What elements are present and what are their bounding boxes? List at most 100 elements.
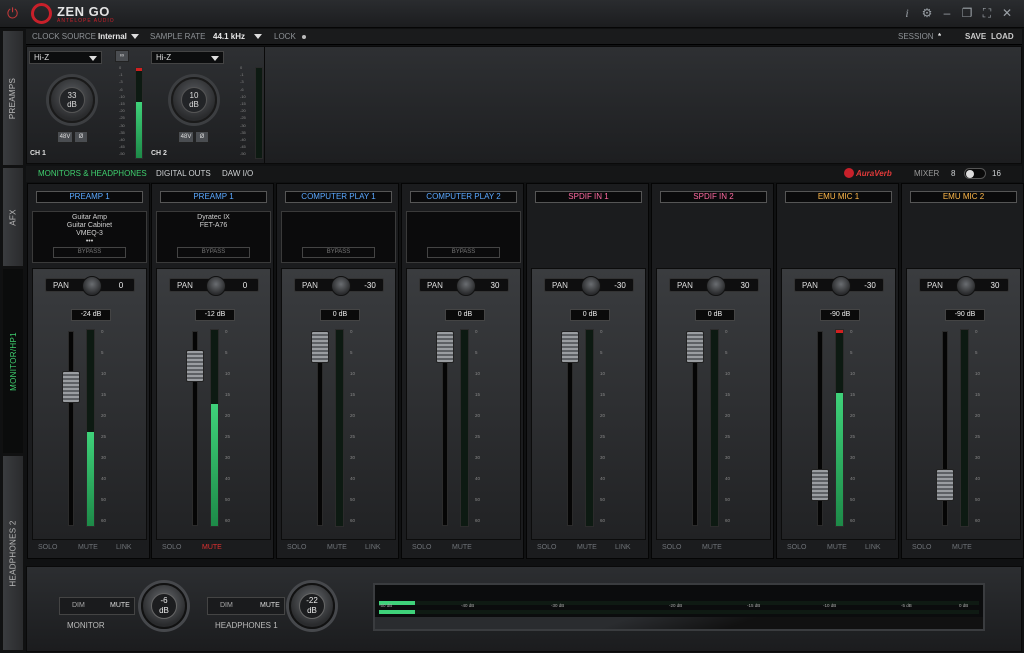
mute-button[interactable]: MUTE: [327, 544, 347, 551]
ch2-input-select[interactable]: Hi-Z: [151, 51, 224, 64]
channel-name[interactable]: COMPUTER PLAY 1: [285, 191, 392, 203]
tab-preamps[interactable]: PREAMPS: [2, 30, 24, 166]
mute-button[interactable]: MUTE: [952, 544, 972, 551]
mute-button[interactable]: MUTE: [577, 544, 597, 551]
fx-rack[interactable]: Guitar Amp Guitar Cabinet VMEQ-3 ••• BYPASS: [32, 211, 147, 263]
link-button[interactable]: LINK: [865, 544, 881, 551]
chevron-down-icon[interactable]: [254, 34, 262, 39]
pan-value[interactable]: 0: [110, 281, 132, 290]
monitor-dim-button[interactable]: DIM: [72, 602, 85, 609]
channel-name[interactable]: PREAMP 1: [36, 191, 143, 203]
mixer-toggle[interactable]: [964, 168, 986, 179]
pan-knob[interactable]: [831, 276, 851, 296]
fader-handle[interactable]: [186, 350, 204, 383]
save-button[interactable]: SAVE: [965, 32, 986, 41]
chevron-down-icon[interactable]: [131, 34, 139, 39]
tab-daw-io[interactable]: DAW I/O: [222, 169, 253, 178]
auraverb-button[interactable]: AuraVerb: [856, 169, 892, 178]
monitor-volume-knob[interactable]: -6 dB: [141, 583, 187, 629]
headphones-mute-button[interactable]: MUTE: [260, 602, 280, 609]
clock-source-select[interactable]: Internal: [98, 32, 127, 41]
fader-level-readout[interactable]: 0 dB: [695, 309, 735, 321]
link-button[interactable]: LINK: [116, 544, 132, 551]
ch2-48v-button[interactable]: 48V: [178, 131, 194, 143]
fader-level-readout[interactable]: 0 dB: [570, 309, 610, 321]
pan-value[interactable]: 30: [734, 281, 756, 290]
close-icon[interactable]: ✕: [1000, 6, 1014, 20]
fx-slot-label[interactable]: VMEQ-3: [33, 230, 146, 237]
fader-handle[interactable]: [811, 468, 829, 501]
mixer-8-option[interactable]: 8: [951, 169, 955, 178]
solo-button[interactable]: SOLO: [662, 544, 681, 551]
fader-handle[interactable]: [436, 331, 454, 363]
gear-icon[interactable]: ⚙: [920, 6, 934, 20]
tab-digital-outs[interactable]: DIGITAL OUTS: [156, 169, 211, 178]
fader-handle[interactable]: [311, 331, 329, 363]
pan-value[interactable]: 30: [484, 281, 506, 290]
link-button[interactable]: LINK: [615, 544, 631, 551]
fader-handle[interactable]: [936, 468, 954, 501]
pan-value[interactable]: 30: [984, 281, 1006, 290]
fx-slot-label[interactable]: FET-A76: [157, 222, 270, 229]
fader-level-readout[interactable]: 0 dB: [445, 309, 485, 321]
pan-value[interactable]: -30: [859, 281, 881, 290]
ch1-gain-knob[interactable]: 33 dB: [49, 77, 95, 123]
bypass-button[interactable]: BYPASS: [177, 247, 250, 258]
channel-name[interactable]: SPDIF IN 2: [660, 191, 767, 203]
info-icon[interactable]: i: [900, 6, 914, 20]
pan-knob[interactable]: [581, 276, 601, 296]
pan-value[interactable]: 0: [234, 281, 256, 290]
fader-handle[interactable]: [686, 331, 704, 363]
fader-level-readout[interactable]: 0 dB: [320, 309, 360, 321]
channel-name[interactable]: PREAMP 1: [160, 191, 267, 203]
ch2-phase-button[interactable]: Ø: [195, 131, 209, 143]
channel-name[interactable]: SPDIF IN 1: [535, 191, 642, 203]
pan-knob[interactable]: [331, 276, 351, 296]
restore-icon[interactable]: ❐: [960, 6, 974, 20]
solo-button[interactable]: SOLO: [412, 544, 431, 551]
tab-monitors-headphones[interactable]: MONITORS & HEADPHONES: [38, 169, 147, 178]
link-icon[interactable]: ∞: [115, 50, 129, 62]
ch1-input-select[interactable]: Hi-Z: [29, 51, 102, 64]
headphones-dim-button[interactable]: DIM: [220, 602, 233, 609]
ch1-48v-button[interactable]: 48V: [57, 131, 73, 143]
mute-button[interactable]: MUTE: [202, 544, 222, 551]
fx-rack[interactable]: BYPASS: [406, 211, 521, 263]
pan-knob[interactable]: [706, 276, 726, 296]
fader-level-readout[interactable]: -12 dB: [195, 309, 235, 321]
mute-button[interactable]: MUTE: [702, 544, 722, 551]
solo-button[interactable]: SOLO: [787, 544, 806, 551]
fx-slot-label[interactable]: Guitar Cabinet: [33, 222, 146, 229]
link-button[interactable]: LINK: [365, 544, 381, 551]
pan-value[interactable]: -30: [609, 281, 631, 290]
ch1-phase-button[interactable]: Ø: [74, 131, 88, 143]
bypass-button[interactable]: BYPASS: [53, 247, 126, 258]
solo-button[interactable]: SOLO: [38, 544, 57, 551]
pan-value[interactable]: -30: [359, 281, 381, 290]
monitor-mute-button[interactable]: MUTE: [110, 602, 130, 609]
load-button[interactable]: LOAD: [991, 32, 1014, 41]
fader-handle[interactable]: [561, 331, 579, 363]
channel-name[interactable]: EMU MIC 1: [785, 191, 892, 203]
mixer-16-option[interactable]: 16: [992, 169, 1001, 178]
bypass-button[interactable]: BYPASS: [427, 247, 500, 258]
channel-name[interactable]: COMPUTER PLAY 2: [410, 191, 517, 203]
sample-rate-select[interactable]: 44.1 kHz: [213, 32, 245, 41]
tab-headphones-2[interactable]: HEADPHONES 2: [2, 455, 24, 651]
minimize-icon[interactable]: –: [940, 6, 954, 20]
tab-afx[interactable]: AFX: [2, 167, 24, 267]
mute-button[interactable]: MUTE: [78, 544, 98, 551]
fx-slot-label[interactable]: Guitar Amp: [33, 214, 146, 221]
fx-slot-label[interactable]: Dyratec IX: [157, 214, 270, 221]
fader-track[interactable]: [68, 331, 74, 526]
fader-level-readout[interactable]: -90 dB: [820, 309, 860, 321]
bypass-button[interactable]: BYPASS: [302, 247, 375, 258]
fx-slot-label[interactable]: •••: [33, 238, 146, 245]
fx-rack[interactable]: Dyratec IX FET-A76 BYPASS: [156, 211, 271, 263]
mute-button[interactable]: MUTE: [452, 544, 472, 551]
solo-button[interactable]: SOLO: [162, 544, 181, 551]
solo-button[interactable]: SOLO: [287, 544, 306, 551]
power-icon[interactable]: ⏻: [7, 6, 21, 20]
fx-rack[interactable]: BYPASS: [281, 211, 396, 263]
ch2-gain-knob[interactable]: 10 dB: [171, 77, 217, 123]
